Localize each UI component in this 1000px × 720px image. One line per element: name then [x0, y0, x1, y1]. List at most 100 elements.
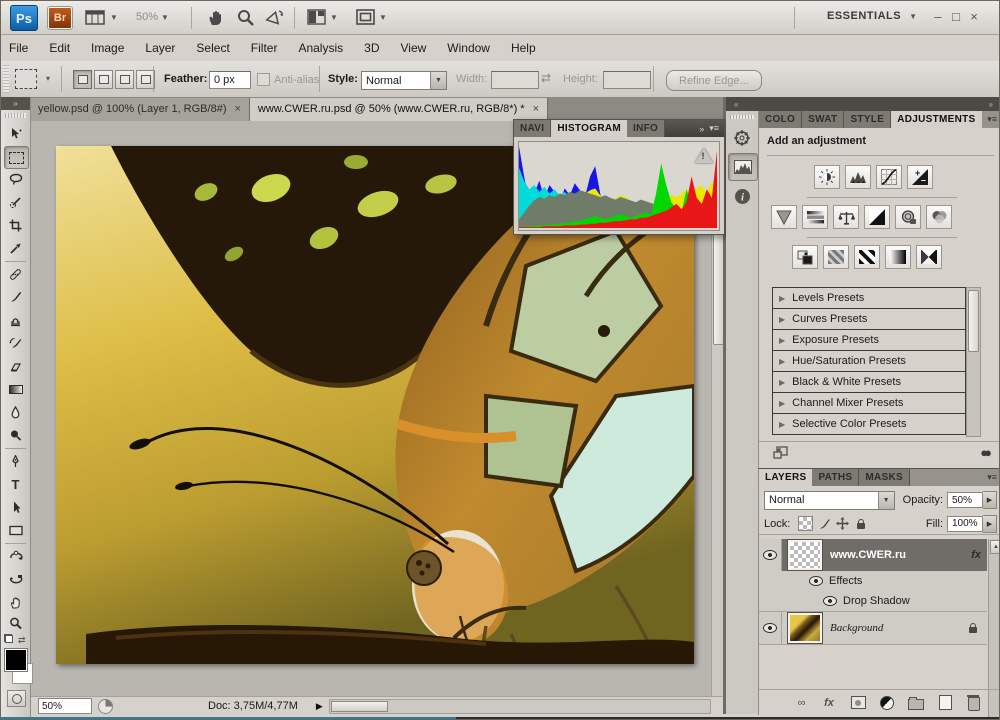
opacity-value[interactable]: 50% [947, 492, 983, 508]
layer-row-background[interactable]: Background [759, 612, 987, 645]
menu-analysis[interactable]: Analysis [298, 41, 355, 55]
tab-swatches[interactable]: SWAT [802, 111, 844, 128]
tab-masks[interactable]: MASKS [859, 469, 910, 486]
width-input[interactable] [491, 71, 539, 89]
curves-icon[interactable] [876, 165, 902, 189]
visibility-toggle[interactable] [759, 539, 782, 571]
link-layers-icon[interactable]: ∞ [791, 695, 809, 710]
arrange-documents-button[interactable]: ▼ [307, 9, 338, 26]
workspace-switcher[interactable]: ESSENTIALS ▼ [827, 10, 917, 22]
levels-icon[interactable] [845, 165, 871, 189]
menu-view[interactable]: View [400, 41, 438, 55]
close-icon[interactable]: × [533, 103, 539, 115]
tab-adjustments[interactable]: ADJUSTMENTS [891, 111, 981, 128]
expand-triangle-icon[interactable]: ▶ [779, 336, 785, 345]
layer-name[interactable]: www.CWER.ru [830, 549, 906, 561]
menu-filter[interactable]: Filter [251, 41, 290, 55]
layer-thumbnail[interactable] [788, 613, 822, 643]
arrow-right-icon[interactable]: ▶ [983, 491, 997, 509]
menu-help[interactable]: Help [511, 41, 548, 55]
history-brush-tool[interactable] [4, 333, 27, 354]
tab-histogram[interactable]: HISTOGRAM [551, 120, 627, 137]
preset-curves[interactable]: ▶Curves Presets [773, 309, 965, 330]
gradient-map-icon[interactable] [885, 245, 911, 269]
arrow-right-icon[interactable]: ▶ [983, 515, 997, 533]
layer-style-icon[interactable]: fx [820, 695, 838, 710]
pen-tool[interactable] [4, 451, 27, 472]
rectangle-tool[interactable] [4, 520, 27, 541]
lock-position-icon[interactable] [836, 517, 849, 530]
document-tab-yellow[interactable]: yellow.psd @ 100% (Layer 1, RGB/8#) × [30, 98, 250, 121]
panel-menu-icon[interactable]: ▾≡ [987, 114, 997, 125]
move-tool[interactable] [4, 123, 27, 144]
brightness-contrast-icon[interactable] [814, 165, 840, 189]
default-colors-icon[interactable] [4, 634, 13, 643]
close-button[interactable]: × [965, 9, 983, 24]
hue-saturation-icon[interactable] [802, 205, 828, 229]
collapse-dock-left-icon[interactable]: « [734, 100, 738, 109]
status-zoom-input[interactable]: 50% [38, 698, 92, 714]
dodge-tool[interactable] [4, 425, 27, 446]
hand-tool-button[interactable] [207, 9, 227, 30]
menu-layer[interactable]: Layer [145, 41, 187, 55]
expand-triangle-icon[interactable]: ▶ [779, 378, 785, 387]
maximize-button[interactable]: □ [947, 9, 965, 24]
zoom-level-control[interactable]: 50% ▼ [136, 11, 169, 23]
zoom-tool[interactable] [4, 613, 27, 634]
expand-triangle-icon[interactable]: ▶ [779, 420, 785, 429]
posterize-icon[interactable] [823, 245, 849, 269]
menu-file[interactable]: File [9, 41, 40, 55]
antialias-checkbox[interactable] [257, 73, 270, 86]
add-selection-button[interactable] [94, 70, 113, 89]
eraser-tool[interactable] [4, 356, 27, 377]
add-layer-mask-icon[interactable] [849, 695, 867, 710]
launch-bridge-button[interactable]: Br [48, 7, 72, 29]
expand-triangle-icon[interactable]: ▶ [779, 357, 785, 366]
layer-row-cwer[interactable]: www.CWER.ru fx [759, 539, 987, 572]
menu-edit[interactable]: Edit [49, 41, 82, 55]
path-selection-tool[interactable] [4, 497, 27, 518]
effects-row[interactable]: Effects [759, 571, 987, 592]
expand-triangle-icon[interactable]: ▶ [779, 399, 785, 408]
new-selection-button[interactable] [73, 70, 92, 89]
navigator-panel-button[interactable] [728, 125, 756, 151]
collapse-dock-right-icon[interactable]: » [989, 100, 993, 109]
tool-preset-marquee-icon[interactable] [15, 69, 37, 89]
document-tab-cwer[interactable]: www.CWER.ru.psd @ 50% (www.CWER.ru, RGB/… [250, 98, 548, 121]
type-tool[interactable]: T [4, 474, 27, 495]
tab-layers[interactable]: LAYERS [759, 469, 812, 486]
3d-orbit-tool[interactable] [4, 569, 27, 590]
fx-badge[interactable]: fx [971, 549, 981, 561]
panel-menu-icon[interactable]: ▾≡ [987, 472, 997, 483]
drop-shadow-row[interactable]: Drop Shadow [759, 591, 987, 612]
photo-filter-icon[interactable] [895, 205, 921, 229]
preset-selective-color[interactable]: ▶Selective Color Presets [773, 414, 965, 434]
visibility-toggle[interactable] [759, 612, 782, 644]
chevron-down-icon[interactable]: ▾ [46, 74, 50, 83]
blur-tool[interactable] [4, 402, 27, 423]
tools-panel-grip[interactable] [5, 113, 26, 118]
cached-data-warning-icon[interactable]: ! [695, 148, 713, 163]
histogram-panel-button[interactable] [728, 153, 758, 181]
quick-mask-button[interactable] [7, 690, 26, 707]
crop-tool[interactable] [4, 215, 27, 236]
subtract-selection-button[interactable] [115, 70, 134, 89]
eye-icon[interactable] [823, 596, 837, 606]
black-white-icon[interactable] [864, 205, 890, 229]
exposure-icon[interactable]: +– [907, 165, 933, 189]
info-panel-button[interactable]: i [728, 183, 756, 209]
preset-channel-mixer[interactable]: ▶Channel Mixer Presets [773, 393, 965, 414]
presets-scrollbar[interactable] [966, 287, 981, 437]
strip-grip[interactable] [730, 115, 754, 119]
threshold-icon[interactable] [854, 245, 880, 269]
lock-all-icon[interactable] [854, 517, 867, 530]
expand-triangle-icon[interactable]: ▶ [779, 294, 785, 303]
foreground-color-swatch[interactable] [5, 649, 27, 671]
rotate-view-button[interactable] [264, 8, 286, 30]
vibrance-icon[interactable] [771, 205, 797, 229]
swap-colors-icon[interactable]: ⇄ [18, 635, 26, 646]
opacity-control[interactable]: 50% ▶ [947, 492, 997, 508]
selective-color-icon[interactable] [916, 245, 942, 269]
expanded-view-icon[interactable]: ●● [980, 445, 988, 460]
fill-control[interactable]: 100% ▶ [947, 516, 997, 532]
